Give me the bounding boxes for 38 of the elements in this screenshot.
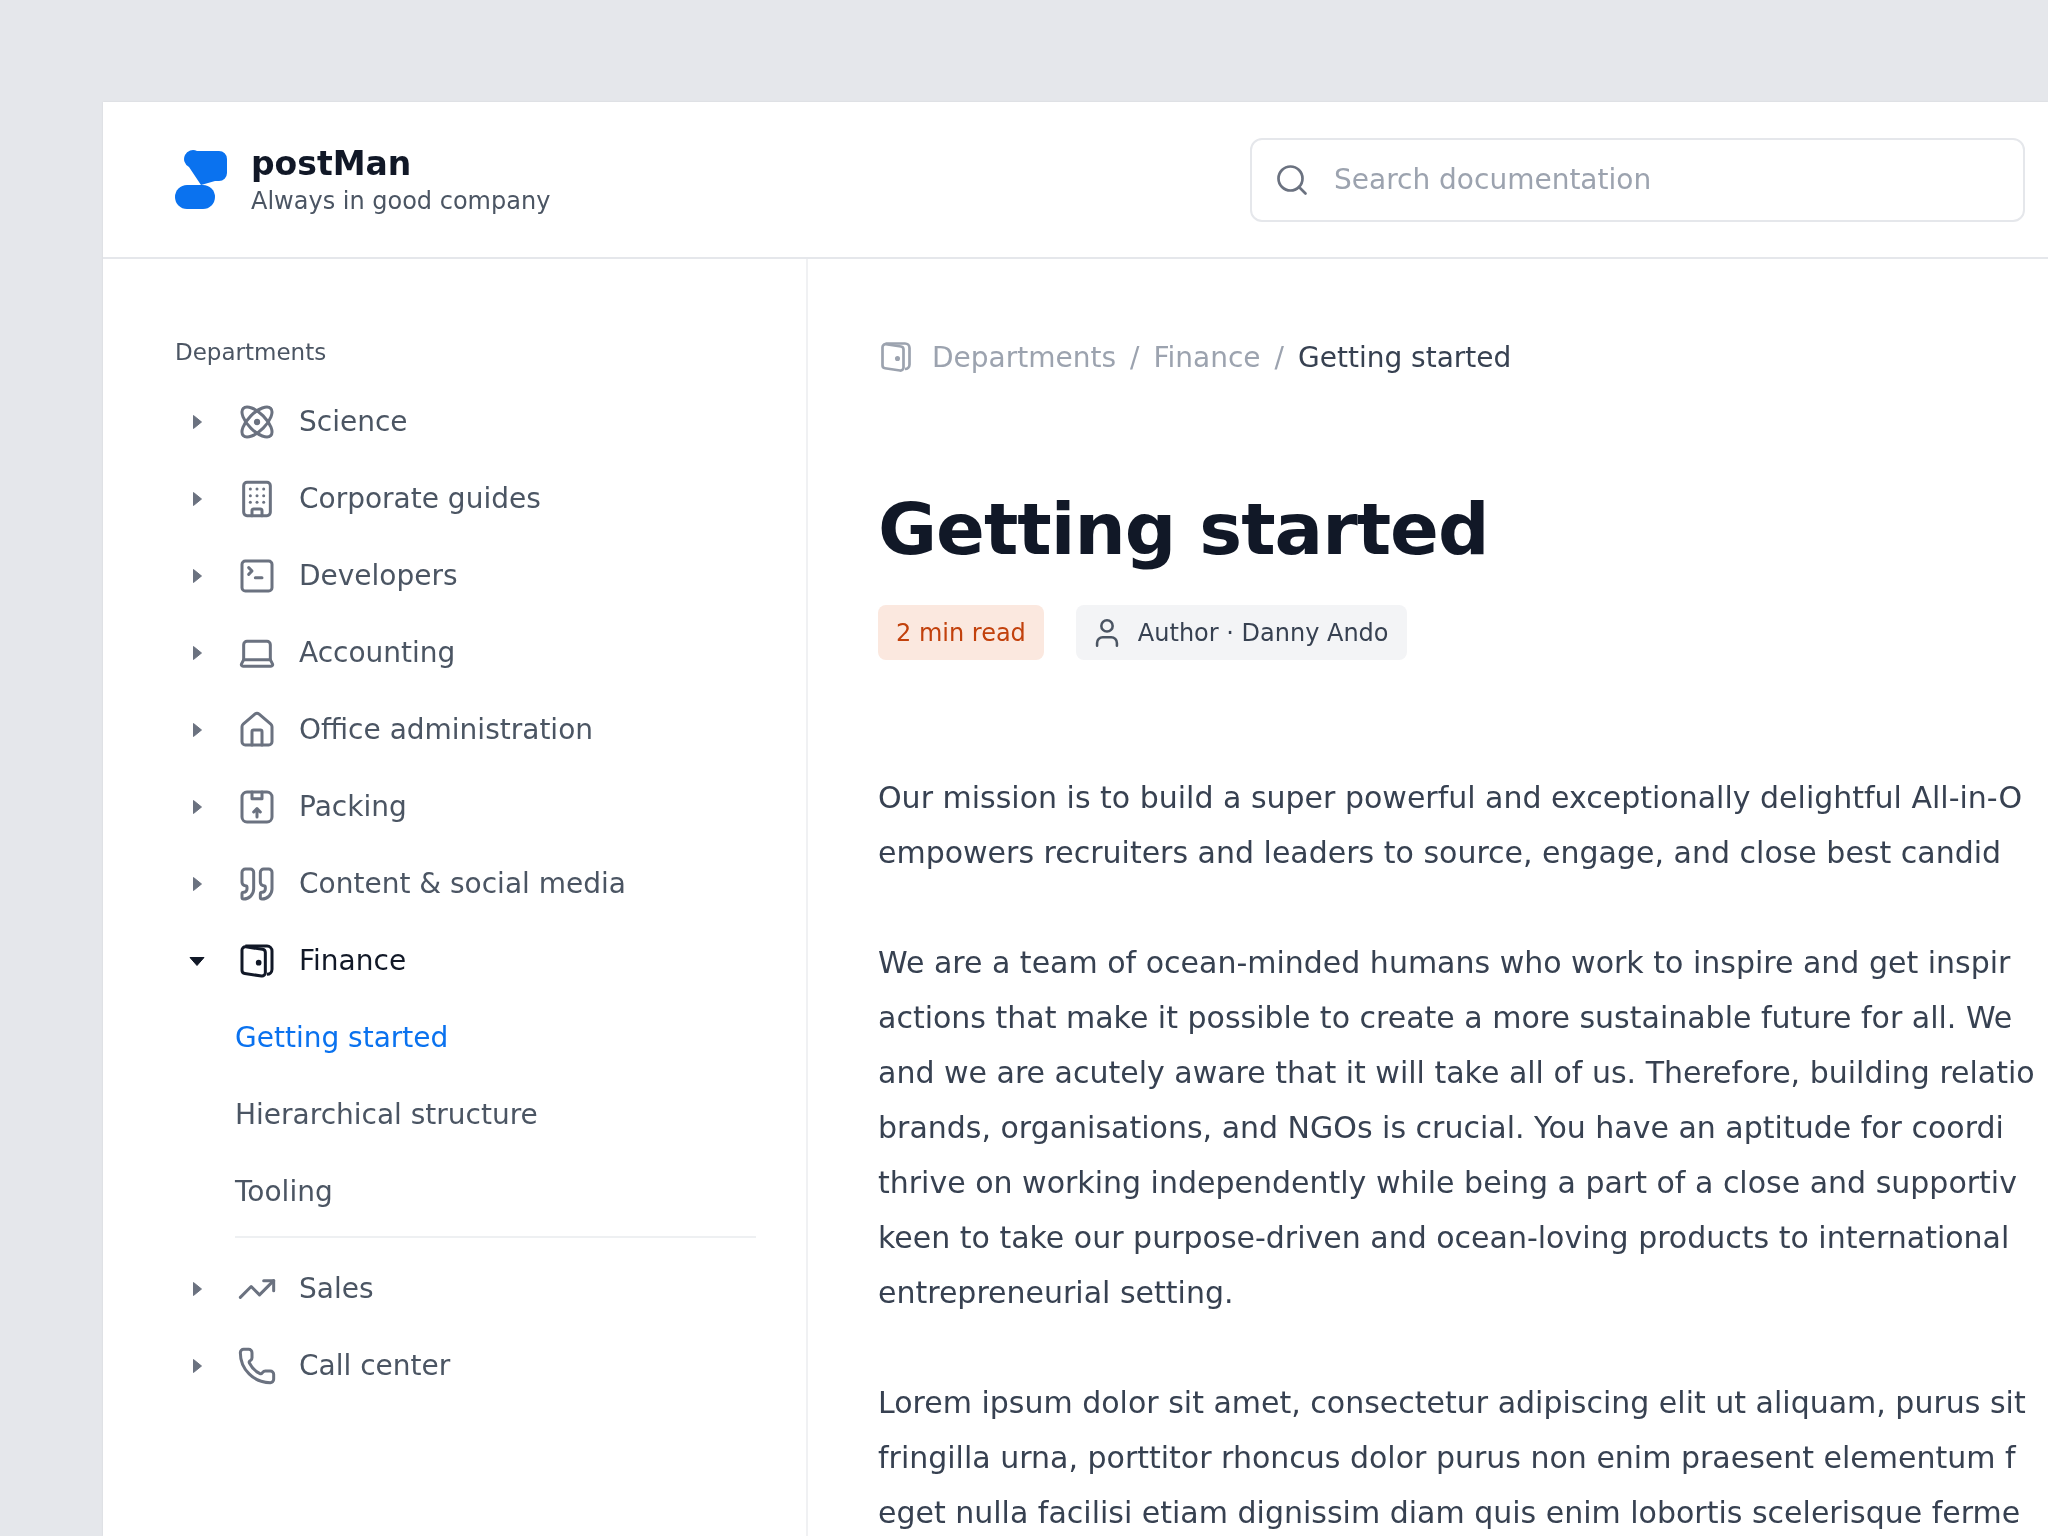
sidebar-item[interactable]: Packing (299, 790, 407, 823)
paragraph-line: We are a team of ocean-minded humans who work to inspire and get inspir (878, 944, 2011, 982)
paragraph-line: brands, organisations, and NGOs is crucial. You have an aptitude for coordi (878, 1109, 2004, 1147)
paragraph-line: thrive on working independently while being a part of a close and supportiv (878, 1164, 2017, 1202)
sidebar-subitem[interactable]: Hierarchical structure (235, 1098, 538, 1131)
read-time-badge: 2 min read (878, 605, 1044, 660)
sidebar-item[interactable]: Call center (299, 1349, 451, 1382)
sidebar-item[interactable]: Science (299, 405, 408, 438)
sidebar-item[interactable]: Developers (299, 559, 458, 592)
logo-icon (175, 148, 227, 211)
breadcrumb-link[interactable]: Getting started (1298, 340, 1512, 374)
sidebar-heading: Departments (175, 339, 328, 365)
search-field[interactable]: Search documentation (1250, 137, 2025, 222)
paragraph-line: keen to take our purpose-driven and ocean-loving products to international (878, 1219, 2010, 1257)
paragraph-line: entrepreneurial setting. (878, 1274, 1234, 1312)
sidebar-item[interactable]: Sales (299, 1272, 374, 1305)
page-title: Getting started (878, 487, 1490, 571)
sidebar-item[interactable]: Content & social media (299, 867, 626, 900)
paragraph-line: Our mission is to build a super powerful and exceptionally delightful All-in-O (878, 779, 2023, 817)
paragraph-line: eget nulla facilisi etiam dignissim diam quis enim lobortis scelerisque ferme (878, 1494, 2021, 1532)
author-text: Author · Danny Ando (1137, 618, 1389, 647)
breadcrumb-separator: / (1130, 340, 1140, 374)
sidebar-item[interactable]: Corporate guides (299, 482, 541, 515)
sidebar-subitem[interactable]: Getting started (235, 1021, 449, 1054)
brand-tagline: Always in good company (251, 187, 551, 215)
phone-icon (237, 1345, 277, 1386)
paragraph-line: Lorem ipsum dolor sit amet, consectetur adipiscing elit ut aliquam, purus sit (878, 1384, 2026, 1422)
brand-name: postMan (251, 144, 413, 183)
sidebar-item[interactable]: Office administration (299, 713, 593, 746)
paragraph-line: actions that make it possible to create a more sustainable future for all. We (878, 999, 2013, 1037)
paragraph-line: and we are acutely aware that it will take all of us. Therefore, building relatio (878, 1054, 2035, 1092)
sidebar-item[interactable]: Accounting (299, 636, 456, 669)
breadcrumb-separator: / (1274, 340, 1285, 374)
sidebar-item[interactable]: Finance (299, 944, 407, 977)
paragraph-line: fringilla urna, porttitor rhoncus dolor purus non enim praesent elementum f (878, 1439, 2016, 1477)
wallet-icon (878, 339, 914, 375)
paragraph-line: empowers recruiters and leaders to source, engage, and close best candid (878, 834, 2002, 872)
sidebar-subitem[interactable]: Tooling (235, 1175, 333, 1208)
